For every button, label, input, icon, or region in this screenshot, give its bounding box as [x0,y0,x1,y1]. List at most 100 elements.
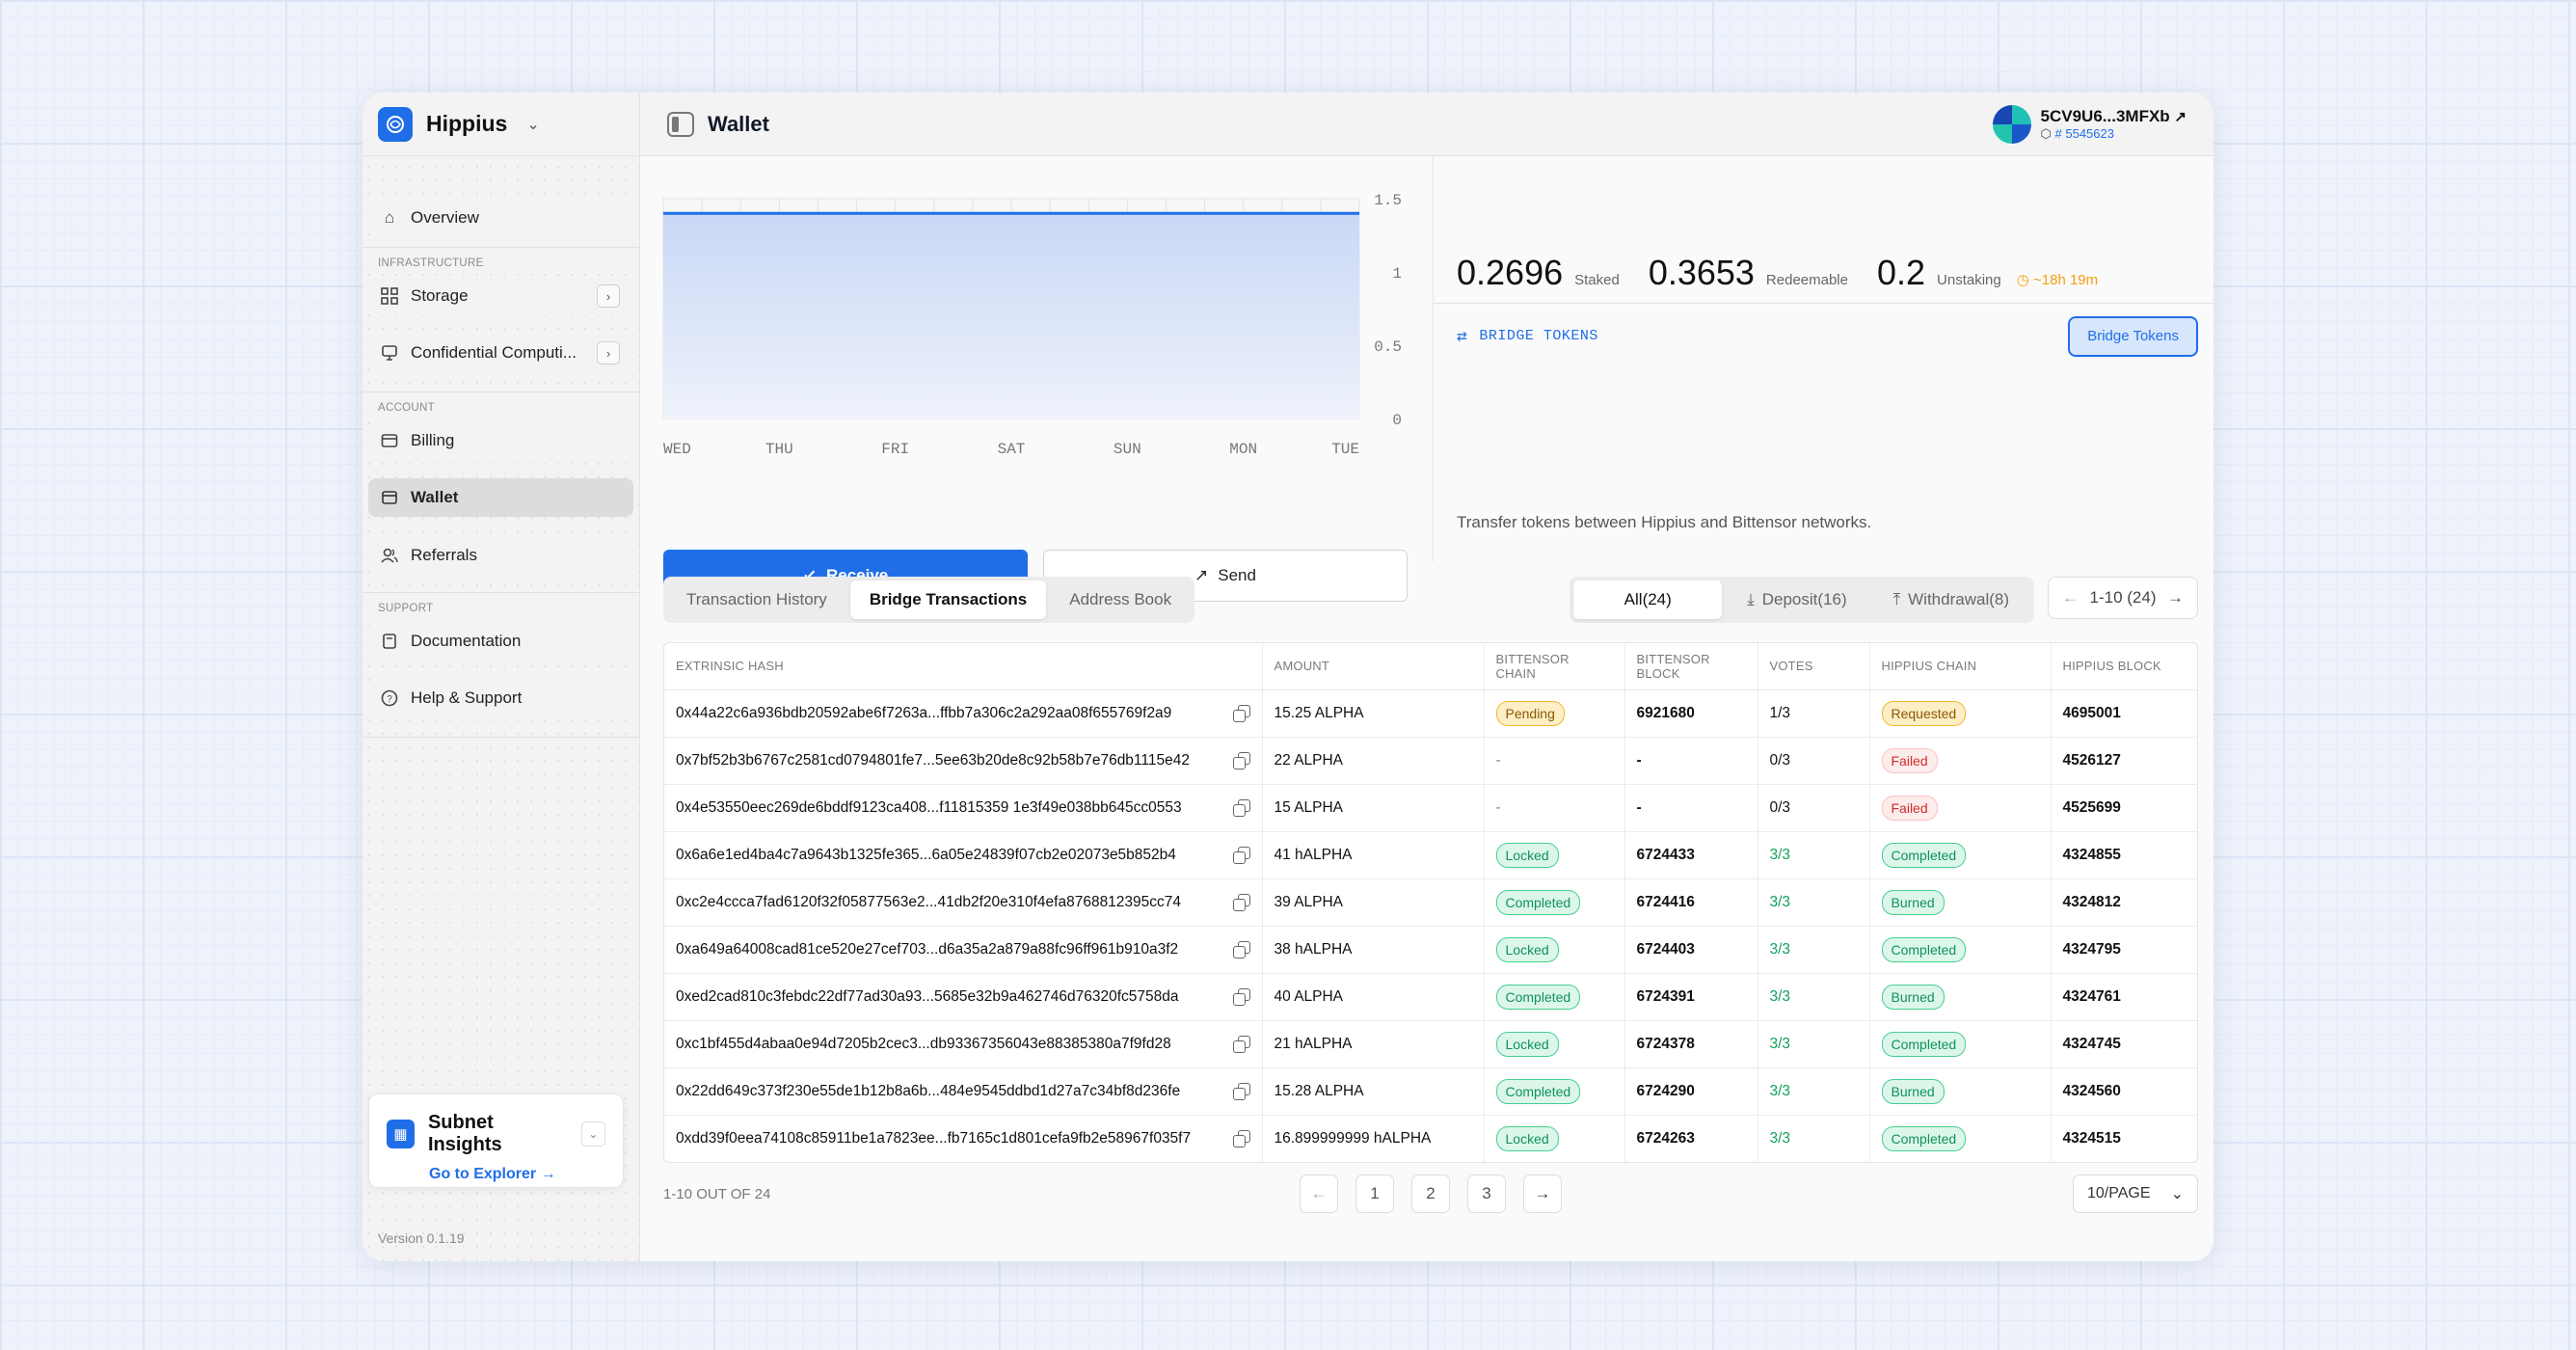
hippius-block: 4526127 [2062,751,2121,769]
expand-confidential-button[interactable]: › [597,341,620,364]
wallet-icon [380,488,399,507]
table-row[interactable]: 0xa649a64008cad81ce520e27cef703...d6a35a… [664,926,2197,974]
account-block: # 5545623 [2054,125,2114,141]
per-page-select[interactable]: 10/PAGE ⌄ [2073,1174,2198,1213]
external-link-icon[interactable]: ↗ [2174,109,2187,125]
table-row[interactable]: 0x6a6e1ed4ba4c7a9643b1325fe365...6a05e24… [664,831,2197,879]
copy-icon[interactable] [1232,940,1250,958]
account-menu[interactable]: 5CV9U6...3MFXb ↗ ⬡ # 5545623 [1992,104,2187,144]
transaction-filters: All(24) ⤓ Deposit(16) ⤒ Withdrawal(8) [1570,577,2034,623]
arrow-left-icon[interactable]: ← [2062,588,2079,608]
page-button[interactable]: 3 [1467,1174,1506,1213]
prev-page-button[interactable]: ← [1300,1174,1338,1213]
sidebar-item-help[interactable]: ? Help & Support [368,679,633,717]
workspace-switcher[interactable]: Hippius ⌄ [362,93,639,156]
cube-icon: ⬡ [2040,125,2052,141]
tab-transaction-history[interactable]: Transaction History [667,580,846,619]
filter-all[interactable]: All(24) [1573,580,1723,619]
status-badge: Completed [1881,1125,1967,1151]
copy-icon[interactable] [1232,798,1250,817]
y-tick-label: 0 [1392,412,1402,429]
sidebar-item-overview[interactable]: ⌂ Overview [368,199,633,237]
sidebar-item-storage[interactable]: Storage › [368,277,633,315]
copy-icon[interactable] [1232,704,1250,722]
extrinsic-hash: 0x7bf52b3b6767c2581cd0794801fe7...5ee63b… [676,751,1190,769]
swap-icon: ⇄ [1457,327,1468,347]
tab-bridge-transactions[interactable]: Bridge Transactions [849,580,1047,619]
votes: 3/3 [1769,1129,1791,1147]
main-content: Wallet 5CV9U6...3MFXb ↗ ⬡ # 5545623 1.5 1… [640,93,2214,1261]
monitor-icon [380,343,399,363]
sidebar-item-label: Documentation [411,632,522,650]
amount: 15 ALPHA [1274,798,1344,816]
amount: 38 hALPHA [1274,940,1353,958]
table-row[interactable]: 0xc2e4ccca7fad6120f32f05877563e2...41db2… [664,878,2197,927]
bittensor-chain-status: - [1495,751,1501,769]
table-row[interactable]: 0xed2cad810c3febdc22df77ad30a93...5685e3… [664,973,2197,1021]
explorer-link[interactable]: Go to Explorer → [429,1166,605,1183]
page-button[interactable]: 2 [1411,1174,1450,1213]
sidebar-item-billing[interactable]: Billing [368,421,633,460]
hippius-block: 4324812 [2062,893,2121,910]
hippius-logo-icon [378,106,413,142]
sidebar-item-documentation[interactable]: Documentation [368,622,633,661]
table-row[interactable]: 0xc1bf455d4abaa0e94d7205b2cec3...db93367… [664,1020,2197,1068]
amount: 21 hALPHA [1274,1035,1353,1052]
pagination: ← 1 2 3 → [1300,1174,1562,1213]
bridge-tokens-button[interactable]: Bridge Tokens [2068,315,2198,357]
arrow-up-right-icon: ↗ [1194,566,1209,584]
hippius-block: 4324855 [2062,846,2121,863]
x-tick-label: MON [1229,441,1257,458]
filter-withdrawal[interactable]: ⤒ Withdrawal(8) [1872,580,2030,619]
amount: 40 ALPHA [1274,987,1344,1005]
table-footer: 1-10 OUT OF 24 ← 1 2 3 → 10/PAGE ⌄ [663,1174,2198,1213]
bittensor-block: 6724263 [1636,1129,1695,1147]
copy-icon[interactable] [1232,846,1250,864]
bittensor-block: 6724403 [1636,940,1695,958]
x-tick-label: WED [663,441,691,458]
credit-card-icon [380,431,399,450]
column-header: VOTES [1758,643,1870,690]
sidebar-item-confidential-computing[interactable]: Confidential Computi... › [368,334,633,372]
copy-icon[interactable] [1232,987,1250,1006]
home-icon: ⌂ [384,208,395,227]
hippius-block: 4324761 [2062,987,2121,1005]
page-button[interactable]: 1 [1355,1174,1394,1213]
votes: 3/3 [1769,846,1791,863]
app-version: Version 0.1.19 [378,1230,465,1246]
table-row[interactable]: 0xdd39f0eea74108c85911be1a7823ee...fb716… [664,1115,2197,1162]
status-badge: Pending [1495,700,1565,726]
bittensor-block: 6724290 [1636,1082,1695,1099]
balances-panel: 0.2696 Staked 0.3653 Redeemable 0.2 Unst… [1433,156,2214,561]
users-icon [380,546,399,565]
table-row[interactable]: 0x22dd649c373f230e55de1b12b8a6b...484e95… [664,1067,2197,1116]
y-tick-label: 0.5 [1374,338,1402,356]
arrow-right-icon[interactable]: → [2167,588,2184,608]
filter-deposit[interactable]: ⤓ Deposit(16) [1726,580,1867,619]
status-badge: Completed [1881,842,1967,868]
extrinsic-hash: 0xed2cad810c3febdc22df77ad30a93...5685e3… [676,987,1179,1005]
insights-collapse-button[interactable]: ⌄ [580,1121,605,1147]
copy-icon[interactable] [1232,893,1250,911]
table-row[interactable]: 0x4e53550eec269de6bddf9123ca408...f11815… [664,784,2197,832]
tab-address-book[interactable]: Address Book [1050,580,1191,619]
sidebar-item-wallet[interactable]: Wallet [368,478,633,517]
next-page-button[interactable]: → [1523,1174,1562,1213]
status-badge: Burned [1881,984,1945,1010]
extrinsic-hash: 0xdd39f0eea74108c85911be1a7823ee...fb716… [676,1129,1192,1147]
sidebar-item-label: Referrals [411,546,477,564]
result-count: 1-10 OUT OF 24 [663,1185,771,1202]
table-row[interactable]: 0x44a22c6a936bdb20592abe6f7263a...ffbb7a… [664,689,2197,738]
status-badge: Locked [1495,936,1559,962]
table-row[interactable]: 0x7bf52b3b6767c2581cd0794801fe7...5ee63b… [664,737,2197,785]
sidebar-toggle-icon[interactable] [667,111,694,137]
copy-icon[interactable] [1232,1035,1250,1053]
bittensor-block: - [1636,798,1642,816]
expand-storage-button[interactable]: › [597,284,620,308]
column-header: AMOUNT [1262,643,1485,690]
amount: 41 hALPHA [1274,846,1353,863]
sidebar-item-referrals[interactable]: Referrals [368,536,633,575]
copy-icon[interactable] [1232,1129,1250,1148]
copy-icon[interactable] [1232,1082,1250,1100]
copy-icon[interactable] [1232,751,1250,770]
